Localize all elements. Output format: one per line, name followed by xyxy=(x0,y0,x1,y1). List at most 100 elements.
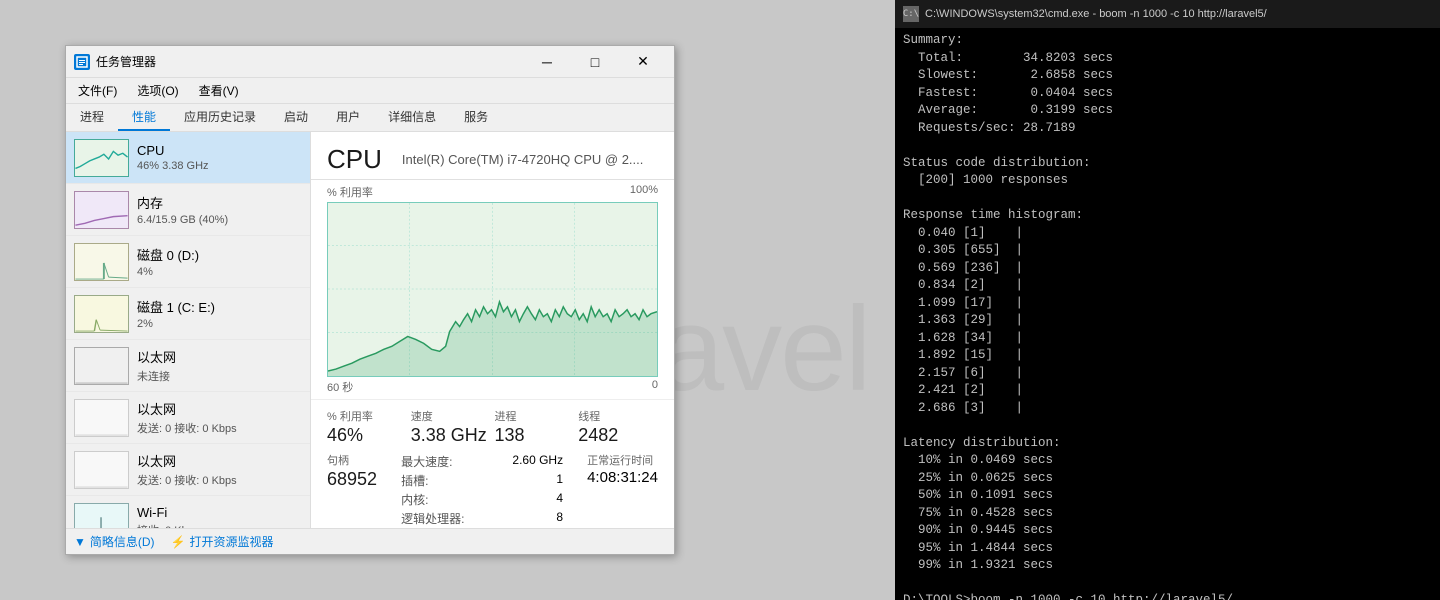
close-button[interactable]: ✕ xyxy=(620,48,666,76)
stat-speed: 速度 3.38 GHz xyxy=(411,408,491,446)
monitor-icon: ⚡ xyxy=(171,535,186,549)
cmd-line: 0.569 [236] | xyxy=(903,260,1432,278)
cmd-line: Latency distribution: xyxy=(903,435,1432,453)
cpu-extra-stats: 句柄 68952 最大速度: 2.60 GHz 插槽: 1 内核: 4 xyxy=(311,450,674,528)
cmd-titlebar: C:\ C:\WINDOWS\system32\cmd.exe - boom -… xyxy=(895,0,1440,28)
open-resource-monitor[interactable]: ⚡ 打开资源监视器 xyxy=(171,533,274,550)
wifi-sidebar-label: Wi-Fi xyxy=(137,505,302,520)
disk1-sidebar-info: 磁盘 1 (C: E:) 2% xyxy=(137,297,302,330)
cpu-mini-chart xyxy=(74,139,129,177)
sidebar-item-wifi[interactable]: Wi-Fi 接收: 0 Kbps xyxy=(66,496,310,528)
cmd-line: Average: 0.3199 secs xyxy=(903,102,1432,120)
threads-value: 2482 xyxy=(578,425,658,446)
cpu-time-labels: 60 秒 0 xyxy=(327,379,658,395)
cmd-line: 50% in 0.1091 secs xyxy=(903,487,1432,505)
cmd-line xyxy=(903,575,1432,593)
tab-services[interactable]: 服务 xyxy=(450,104,502,131)
titlebar: 任务管理器 ─ □ ✕ xyxy=(66,46,674,78)
eth1-sidebar-info: 以太网 未连接 xyxy=(137,347,302,384)
sidebar-item-eth2[interactable]: 以太网 发送: 0 接收: 0 Kbps xyxy=(66,392,310,444)
stat-threads: 线程 2482 xyxy=(578,408,658,446)
performance-sidebar: CPU 46% 3.38 GHz 内存 6.4/15.9 GB (40%) xyxy=(66,132,311,528)
cpu-graph-area: % 利用率 100% xyxy=(311,180,674,399)
memory-mini-chart xyxy=(74,191,129,229)
disk1-sidebar-sub: 2% xyxy=(137,318,302,330)
minimize-button[interactable]: ─ xyxy=(524,48,570,76)
body: CPU 46% 3.38 GHz 内存 6.4/15.9 GB (40%) xyxy=(66,132,674,528)
time-left: 60 秒 xyxy=(327,379,353,395)
tab-processes[interactable]: 进程 xyxy=(66,104,118,131)
cpu-graph-label: % 利用率 100% xyxy=(327,184,658,200)
cmd-line: Slowest: 2.6858 secs xyxy=(903,67,1432,85)
footer: ▼ 简略信息(D) ⚡ 打开资源监视器 xyxy=(66,528,674,554)
cmd-line: Response time histogram: xyxy=(903,207,1432,225)
uptime-group: 正常运行时间 4:08:31:24 xyxy=(587,452,658,528)
eth2-mini-chart xyxy=(74,399,129,437)
window-title: 任务管理器 xyxy=(96,53,524,70)
eth3-mini-chart xyxy=(74,451,129,489)
eth1-sidebar-sub: 未连接 xyxy=(137,368,302,384)
cmd-line xyxy=(903,137,1432,155)
cmd-line xyxy=(903,190,1432,208)
cmd-line: 0.040 [1] | xyxy=(903,225,1432,243)
menu-view[interactable]: 查看(V) xyxy=(191,80,247,101)
sidebar-item-disk0[interactable]: 磁盘 0 (D:) 4% xyxy=(66,236,310,288)
menu-options[interactable]: 选项(O) xyxy=(129,80,186,101)
cmd-line: 75% in 0.4528 secs xyxy=(903,505,1432,523)
cmd-line: 99% in 1.9321 secs xyxy=(903,557,1432,575)
tab-startup[interactable]: 启动 xyxy=(270,104,322,131)
sidebar-item-disk1[interactable]: 磁盘 1 (C: E:) 2% xyxy=(66,288,310,340)
cmd-line: Fastest: 0.0404 secs xyxy=(903,85,1432,103)
eth3-sidebar-info: 以太网 发送: 0 接收: 0 Kbps xyxy=(137,451,302,488)
maximize-button[interactable]: □ xyxy=(572,48,618,76)
cmd-line: 0.834 [2] | xyxy=(903,277,1432,295)
wifi-mini-chart xyxy=(74,503,129,529)
disk1-sidebar-label: 磁盘 1 (C: E:) xyxy=(137,297,302,316)
cmd-line: 1.099 [17] | xyxy=(903,295,1432,313)
cmd-line: [200] 1000 responses xyxy=(903,172,1432,190)
speed-value: 3.38 GHz xyxy=(411,425,491,446)
memory-sidebar-sub: 6.4/15.9 GB (40%) xyxy=(137,214,302,226)
cpu-graph-max: 100% xyxy=(630,184,658,200)
tab-performance[interactable]: 性能 xyxy=(118,104,170,131)
cpu-detail-panel: CPU Intel(R) Core(TM) i7-4720HQ CPU @ 2.… xyxy=(311,132,674,528)
menu-file[interactable]: 文件(F) xyxy=(70,80,125,101)
wifi-sidebar-info: Wi-Fi 接收: 0 Kbps xyxy=(137,505,302,528)
cmd-line: 1.363 [29] | xyxy=(903,312,1432,330)
cmd-line: 10% in 0.0469 secs xyxy=(903,452,1432,470)
sidebar-item-eth1[interactable]: 以太网 未连接 xyxy=(66,340,310,392)
sidebar-item-cpu[interactable]: CPU 46% 3.38 GHz xyxy=(66,132,310,184)
speed-label: 速度 xyxy=(411,408,491,424)
eth2-sidebar-label: 以太网 xyxy=(137,399,302,418)
cmd-line: Total: 34.8203 secs xyxy=(903,50,1432,68)
cpu-sidebar-info: CPU 46% 3.38 GHz xyxy=(137,143,302,172)
window-controls: ─ □ ✕ xyxy=(524,48,666,76)
cpu-chart xyxy=(327,202,658,377)
titlebar-icon xyxy=(74,54,90,70)
cmd-window: C:\ C:\WINDOWS\system32\cmd.exe - boom -… xyxy=(895,0,1440,600)
tab-details[interactable]: 详细信息 xyxy=(374,104,450,131)
eth3-sidebar-sub: 发送: 0 接收: 0 Kbps xyxy=(137,472,302,488)
threads-label: 线程 xyxy=(578,408,658,424)
summary-link[interactable]: ▼ 简略信息(D) xyxy=(74,533,155,550)
cmd-line: 2.157 [6] | xyxy=(903,365,1432,383)
sidebar-item-eth3[interactable]: 以太网 发送: 0 接收: 0 Kbps xyxy=(66,444,310,496)
cpu-model: Intel(R) Core(TM) i7-4720HQ CPU @ 2.... xyxy=(402,152,643,167)
sidebar-item-memory[interactable]: 内存 6.4/15.9 GB (40%) xyxy=(66,184,310,236)
disk0-sidebar-info: 磁盘 0 (D:) 4% xyxy=(137,245,302,278)
util-value: 46% xyxy=(327,425,407,446)
cmd-line: 95% in 1.4844 secs xyxy=(903,540,1432,558)
cpu-sidebar-label: CPU xyxy=(137,143,302,158)
right-stats: 最大速度: 2.60 GHz 插槽: 1 内核: 4 逻辑处理器: 8 xyxy=(401,452,563,528)
cmd-line: Requests/sec: 28.7189 xyxy=(903,120,1432,138)
processes-value: 138 xyxy=(495,425,575,446)
cpu-header: CPU Intel(R) Core(TM) i7-4720HQ CPU @ 2.… xyxy=(311,132,674,180)
tab-users[interactable]: 用户 xyxy=(322,104,374,131)
util-label: % 利用率 xyxy=(327,408,407,424)
tab-bar: 进程 性能 应用历史记录 启动 用户 详细信息 服务 xyxy=(66,104,674,132)
cpu-sidebar-sub: 46% 3.38 GHz xyxy=(137,160,302,172)
cmd-line: Status code distribution: xyxy=(903,155,1432,173)
disk0-mini-chart xyxy=(74,243,129,281)
tab-app-history[interactable]: 应用历史记录 xyxy=(170,104,270,131)
memory-sidebar-info: 内存 6.4/15.9 GB (40%) xyxy=(137,193,302,226)
